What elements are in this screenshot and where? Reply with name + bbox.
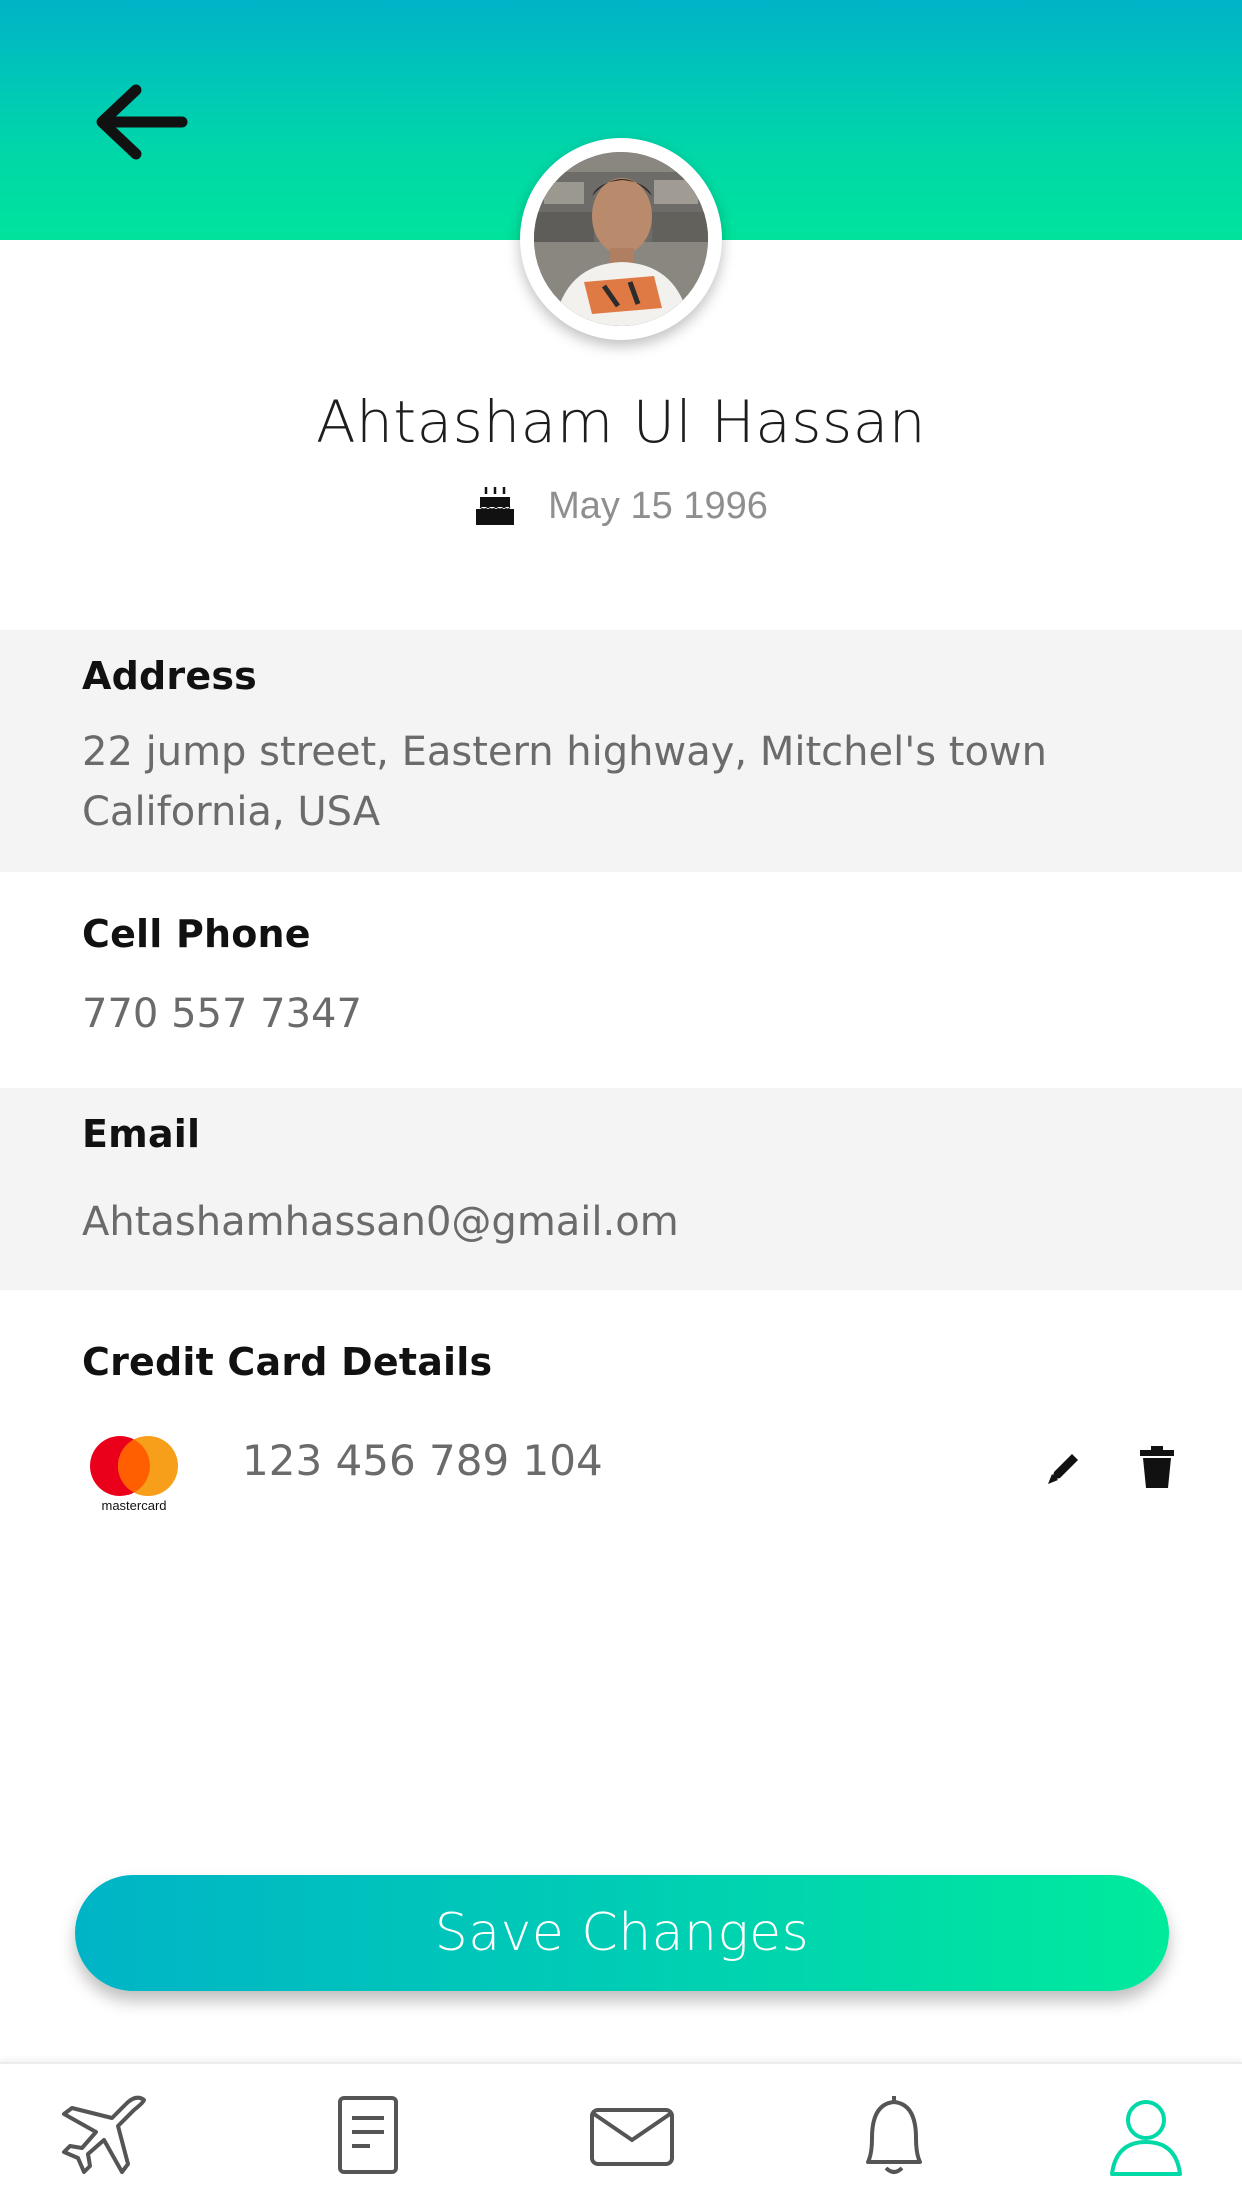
nav-notifications[interactable] bbox=[846, 2090, 942, 2182]
email-label: Email bbox=[82, 1112, 201, 1156]
edit-card-button[interactable] bbox=[1046, 1448, 1084, 1486]
nav-profile[interactable] bbox=[1098, 2090, 1194, 2182]
address-value[interactable]: 22 jump street, Eastern highway, Mitchel… bbox=[82, 722, 1082, 842]
mail-icon bbox=[590, 2108, 674, 2166]
address-label: Address bbox=[82, 654, 257, 698]
phone-value[interactable]: 770 557 7347 bbox=[82, 984, 362, 1044]
address-section: Address 22 jump street, Eastern highway,… bbox=[0, 630, 1242, 872]
phone-section: Cell Phone 770 557 7347 bbox=[0, 872, 1242, 1088]
email-value[interactable]: Ahtashamhassan0@gmail.om bbox=[82, 1192, 679, 1252]
card-label: Credit Card Details bbox=[82, 1340, 493, 1384]
profile-name: Ahtasham Ul Hassan bbox=[315, 388, 927, 456]
nav-bookings[interactable] bbox=[320, 2090, 416, 2182]
bottom-nav bbox=[0, 2062, 1242, 2208]
back-button[interactable] bbox=[92, 82, 190, 162]
avatar[interactable] bbox=[520, 138, 722, 340]
mastercard-icon: mastercard bbox=[84, 1434, 184, 1514]
card-section: Credit Card Details bbox=[0, 1290, 1242, 1550]
dob-row: May 15 1996 bbox=[0, 476, 1242, 536]
card-brand: mastercard bbox=[101, 1498, 166, 1513]
airplane-icon bbox=[62, 2095, 146, 2174]
bell-icon bbox=[866, 2096, 922, 2174]
phone-label: Cell Phone bbox=[82, 912, 311, 956]
trash-icon bbox=[1140, 1446, 1174, 1488]
card-number: 123 456 789 104 bbox=[242, 1436, 603, 1485]
dob-text: May 15 1996 bbox=[548, 484, 768, 527]
email-section: Email Ahtashamhassan0@gmail.om bbox=[0, 1088, 1242, 1290]
profile-photo bbox=[534, 152, 708, 326]
cake-icon bbox=[474, 485, 516, 527]
save-changes-button[interactable]: Save Changes bbox=[75, 1875, 1169, 1991]
pencil-icon bbox=[1048, 1454, 1078, 1484]
nav-flights[interactable] bbox=[56, 2090, 152, 2182]
document-icon bbox=[338, 2096, 398, 2174]
nav-messages[interactable] bbox=[584, 2090, 680, 2182]
arrow-left-icon bbox=[96, 84, 188, 160]
user-icon bbox=[1110, 2100, 1182, 2176]
delete-card-button[interactable] bbox=[1140, 1446, 1174, 1488]
